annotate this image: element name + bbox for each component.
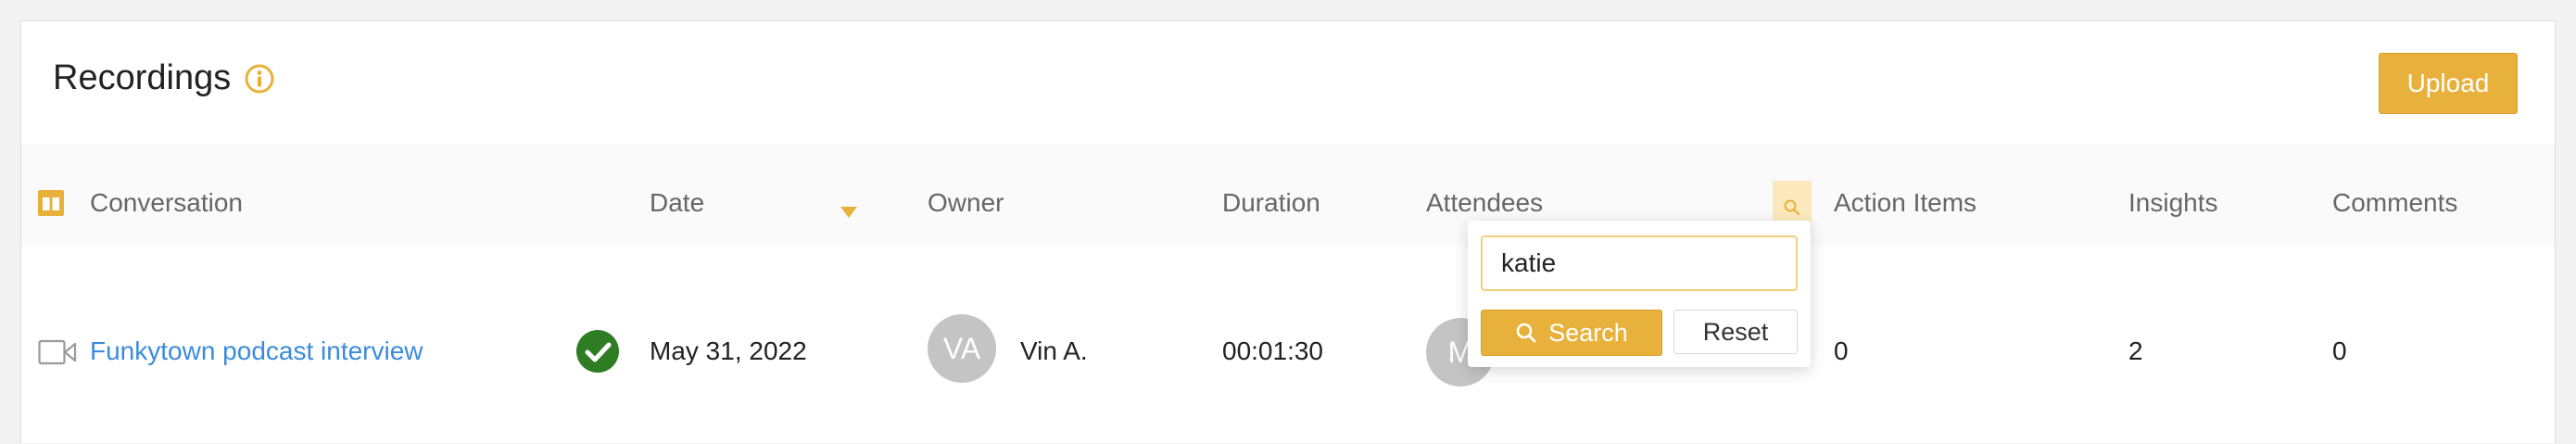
sort-down-icon[interactable] (840, 207, 857, 218)
upload-button[interactable]: Upload (2379, 53, 2518, 114)
recordings-panel: Recordings Upload Conversation Date Owne… (20, 20, 2556, 443)
panel-header: Recordings Upload (21, 21, 2555, 145)
filter-search-button[interactable]: Search (1481, 310, 1662, 356)
table-row[interactable]: Funkytown podcast interview May 31, 2022… (21, 246, 2555, 444)
column-comments[interactable]: Comments (2332, 188, 2457, 218)
filter-search-label: Search (1548, 318, 1628, 347)
row-insights: 2 (2128, 336, 2143, 365)
title-wrap: Recordings (53, 58, 275, 98)
column-attendees[interactable]: Attendees (1426, 188, 1543, 218)
column-insights[interactable]: Insights (2128, 188, 2218, 218)
columns-icon[interactable] (38, 190, 64, 216)
column-action-items[interactable]: Action Items (1834, 188, 1976, 218)
attendee-search-input[interactable] (1481, 235, 1798, 291)
row-duration: 00:01:30 (1222, 336, 1323, 365)
row-comments: 0 (2332, 336, 2347, 365)
row-action-items: 0 (1834, 336, 1849, 365)
table-header: Conversation Date Owner Duration Attende… (21, 144, 2555, 246)
attendees-filter-popover: Search Reset (1468, 221, 1811, 367)
search-icon (1784, 199, 1800, 216)
row-date: May 31, 2022 (650, 336, 807, 365)
column-owner[interactable]: Owner (928, 188, 1004, 218)
filter-reset-button[interactable]: Reset (1673, 310, 1798, 354)
column-conversation[interactable]: Conversation (90, 188, 243, 218)
owner-name: Vin A. (1020, 336, 1088, 365)
search-icon (1516, 323, 1536, 343)
info-circle-icon[interactable] (244, 63, 275, 95)
video-camera-icon (38, 339, 77, 365)
conversation-link[interactable]: Funkytown podcast interview (90, 336, 423, 366)
owner-avatar: VA (928, 314, 996, 383)
column-duration[interactable]: Duration (1222, 188, 1320, 218)
column-date[interactable]: Date (650, 188, 704, 218)
check-circle-icon (576, 330, 619, 373)
page-title: Recordings (53, 58, 232, 97)
